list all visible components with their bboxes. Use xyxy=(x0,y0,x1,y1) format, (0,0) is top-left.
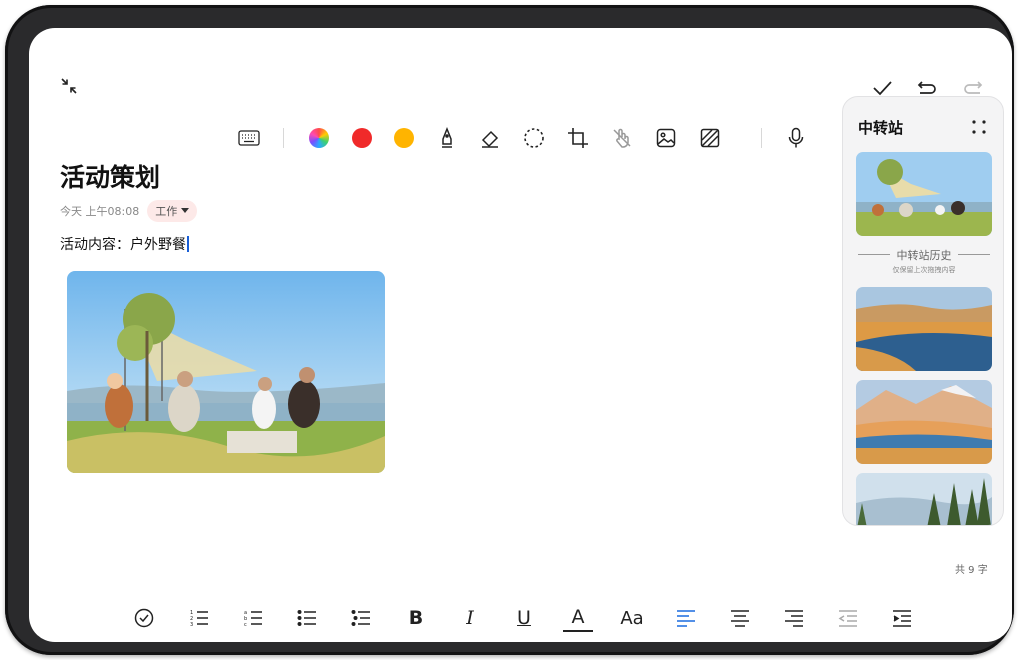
italic-button[interactable]: I xyxy=(455,601,485,635)
red-color-swatch[interactable] xyxy=(352,128,372,148)
keyboard-icon[interactable] xyxy=(235,126,263,150)
pen-icon[interactable] xyxy=(435,126,459,150)
transfer-thumbnail-picnic[interactable] xyxy=(856,152,992,236)
lettered-list-icon[interactable]: abc xyxy=(238,601,268,635)
category-tag[interactable]: 工作 xyxy=(147,200,198,222)
checklist-icon[interactable] xyxy=(129,601,159,635)
indent-icon[interactable] xyxy=(887,601,917,635)
svg-text:c: c xyxy=(244,622,247,627)
tablet-frame: 活动策划 今天 上午08:08 工作 活动内容：户外野餐 中转站 中转站历史 仅… xyxy=(5,5,1014,655)
lasso-select-icon[interactable] xyxy=(521,126,547,150)
microphone-icon[interactable] xyxy=(783,126,809,150)
note-timestamp: 今天 上午08:08 xyxy=(60,205,140,218)
text-caret xyxy=(187,236,189,252)
collapse-icon[interactable] xyxy=(57,74,81,98)
color-wheel-icon[interactable] xyxy=(309,128,329,148)
notes-screen: 活动策划 今天 上午08:08 工作 活动内容：户外野餐 中转站 中转站历史 仅… xyxy=(29,28,1012,642)
panel-title: 中转站 xyxy=(858,119,904,137)
note-body-text: 活动内容：户外野餐 xyxy=(60,237,186,253)
word-count: 共 9 字 xyxy=(955,565,988,576)
history-thumbnail-desert[interactable] xyxy=(856,380,992,464)
bullet-list-icon[interactable] xyxy=(292,601,322,635)
format-toolbar: 123 abc B I U A Aa xyxy=(129,601,919,635)
toolbar-divider xyxy=(761,128,762,148)
toolbar-divider xyxy=(283,128,284,148)
history-thumbnail-lake[interactable] xyxy=(856,287,992,371)
transfer-station-panel: 中转站 中转站历史 仅保留上次拖拽内容 xyxy=(842,96,1004,526)
history-thumbnail-forest[interactable] xyxy=(856,473,992,525)
bold-button[interactable]: B xyxy=(401,601,431,635)
insert-image-icon[interactable] xyxy=(653,126,679,150)
divider-line xyxy=(958,254,990,255)
svg-text:3: 3 xyxy=(190,622,193,627)
note-title[interactable]: 活动策划 xyxy=(60,158,160,194)
picnic-photo[interactable] xyxy=(67,271,385,473)
panel-menu-icon[interactable] xyxy=(967,115,991,139)
eraser-icon[interactable] xyxy=(477,126,503,150)
yellow-color-swatch[interactable] xyxy=(394,128,414,148)
font-color-button[interactable]: A xyxy=(563,604,593,632)
align-right-icon[interactable] xyxy=(779,601,809,635)
note-body[interactable]: 活动内容：户外野餐 xyxy=(60,234,189,254)
underline-button[interactable]: U xyxy=(509,601,539,635)
numbered-list-icon[interactable]: 123 xyxy=(184,601,214,635)
font-size-button[interactable]: Aa xyxy=(617,601,647,635)
note-meta: 今天 上午08:08 工作 xyxy=(60,200,198,222)
align-center-icon[interactable] xyxy=(725,601,755,635)
crop-icon[interactable] xyxy=(565,126,591,150)
align-left-icon[interactable] xyxy=(671,601,701,635)
outdent-icon[interactable] xyxy=(833,601,863,635)
history-label: 中转站历史 xyxy=(896,249,952,262)
pen-toolbar xyxy=(235,123,805,153)
dropdown-arrow-icon xyxy=(181,208,190,213)
hand-draw-off-icon[interactable] xyxy=(609,126,635,150)
indented-list-icon[interactable] xyxy=(346,601,376,635)
category-tag-label: 工作 xyxy=(155,205,178,218)
history-note: 仅保留上次拖拽内容 xyxy=(892,266,956,274)
pattern-fill-icon[interactable] xyxy=(697,126,723,150)
